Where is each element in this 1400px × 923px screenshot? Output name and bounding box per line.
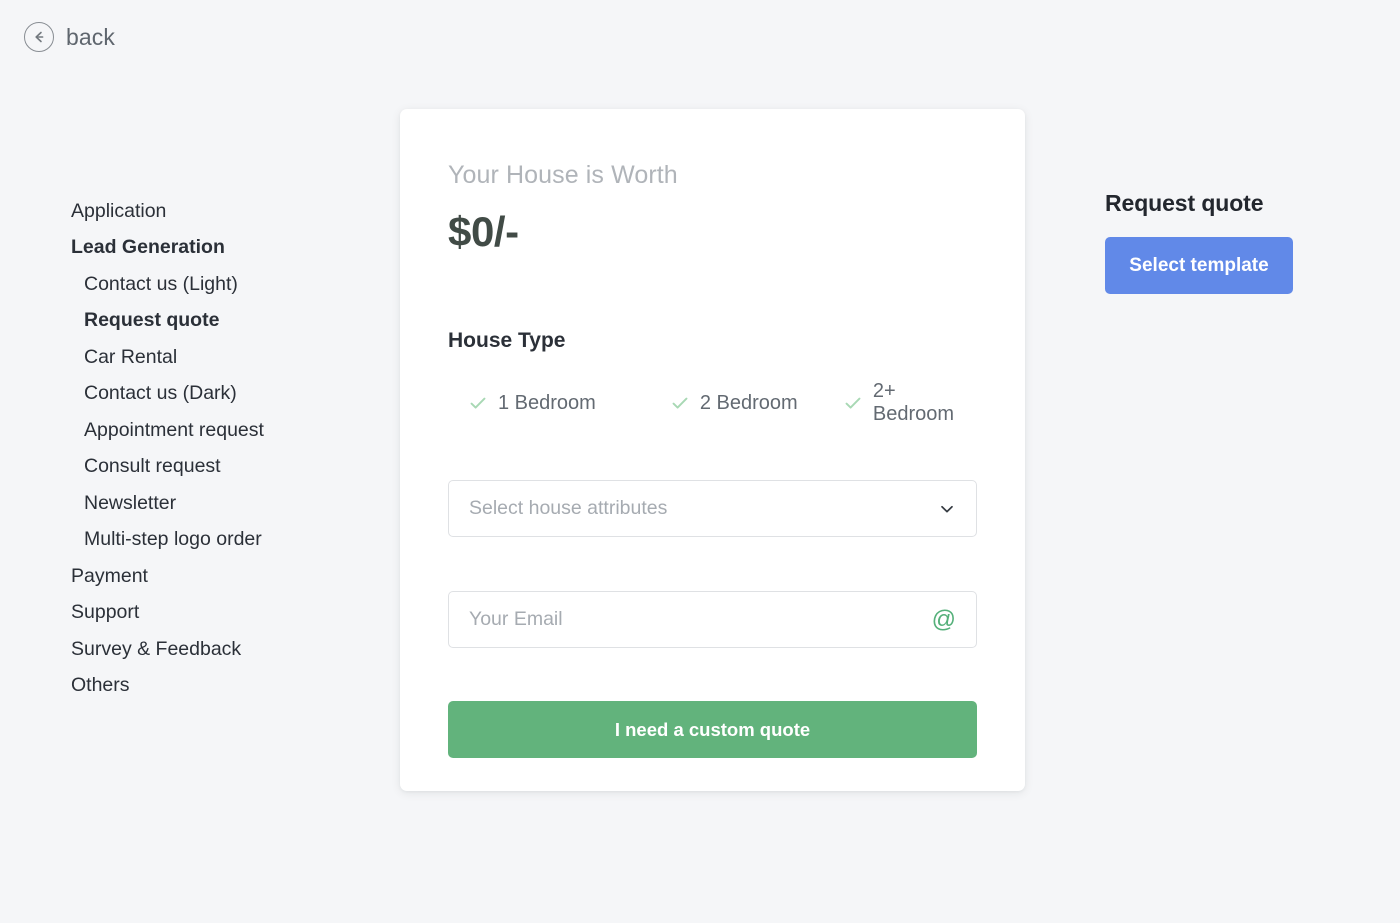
worth-label: Your House is Worth bbox=[448, 161, 678, 189]
house-type-option-1-bedroom[interactable]: 1 Bedroom bbox=[468, 392, 670, 415]
check-icon bbox=[843, 393, 863, 413]
check-icon bbox=[468, 393, 488, 413]
at-icon: @ bbox=[931, 605, 956, 633]
sidebar-nav: Application Lead Generation Contact us (… bbox=[71, 193, 361, 704]
sidebar-item-multi-step-logo-order[interactable]: Multi-step logo order bbox=[71, 522, 361, 559]
arrow-left-circle-icon bbox=[24, 22, 54, 52]
house-type-option-2-bedroom[interactable]: 2 Bedroom bbox=[670, 392, 843, 415]
house-type-title: House Type bbox=[448, 329, 566, 352]
sidebar-item-support[interactable]: Support bbox=[71, 595, 361, 632]
email-input[interactable]: Your Email bbox=[469, 608, 932, 631]
sidebar-item-survey-feedback[interactable]: Survey & Feedback bbox=[71, 631, 361, 668]
sidebar-item-car-rental[interactable]: Car Rental bbox=[71, 339, 361, 376]
sidebar-item-others[interactable]: Others bbox=[71, 668, 361, 705]
house-type-options: 1 Bedroom 2 Bedroom 2+ Bedroom bbox=[448, 380, 977, 426]
sidebar-item-contact-us-light[interactable]: Contact us (Light) bbox=[71, 266, 361, 303]
sidebar-item-lead-generation[interactable]: Lead Generation bbox=[71, 230, 361, 267]
chevron-down-icon[interactable] bbox=[938, 500, 956, 518]
back-label: back bbox=[66, 23, 115, 50]
house-type-option-2plus-bedroom[interactable]: 2+ Bedroom bbox=[843, 380, 977, 426]
custom-quote-button[interactable]: I need a custom quote bbox=[448, 701, 977, 758]
worth-value: $0/- bbox=[448, 208, 519, 255]
back-button[interactable]: back bbox=[24, 22, 115, 52]
select-template-button[interactable]: Select template bbox=[1105, 237, 1293, 294]
sidebar-item-request-quote[interactable]: Request quote bbox=[71, 303, 361, 340]
house-type-label: 2 Bedroom bbox=[699, 391, 798, 414]
quote-form-card: Your House is Worth $0/- House Type 1 Be… bbox=[400, 109, 1025, 791]
house-type-label: 1 Bedroom bbox=[498, 391, 596, 414]
sidebar-item-newsletter[interactable]: Newsletter bbox=[71, 485, 361, 522]
sidebar-item-payment[interactable]: Payment bbox=[71, 558, 361, 595]
house-attributes-select-value: Select house attributes bbox=[469, 497, 668, 519]
check-icon bbox=[670, 393, 690, 413]
sidebar-item-application[interactable]: Application bbox=[71, 193, 361, 230]
sidebar-item-contact-us-dark[interactable]: Contact us (Dark) bbox=[71, 376, 361, 413]
house-attributes-select[interactable]: Select house attributes bbox=[448, 480, 977, 537]
house-type-label: 2+ Bedroom bbox=[872, 380, 955, 425]
email-field-wrapper[interactable]: Your Email @ bbox=[448, 591, 977, 648]
panel-title: Request quote bbox=[1105, 190, 1264, 216]
sidebar-item-appointment-request[interactable]: Appointment request bbox=[71, 412, 361, 449]
right-panel: Request quote Select template bbox=[1105, 190, 1335, 294]
sidebar-item-consult-request[interactable]: Consult request bbox=[71, 449, 361, 486]
